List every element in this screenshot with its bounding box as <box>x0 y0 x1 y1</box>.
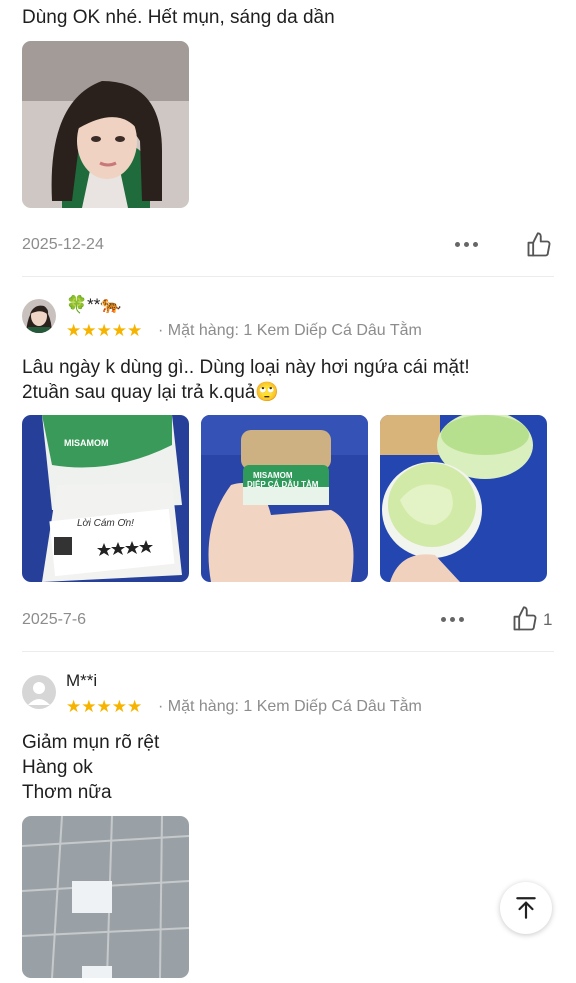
review-3-photo[interactable] <box>22 816 189 978</box>
review-2-stars: ★★★★★ <box>66 321 143 340</box>
avatar[interactable] <box>22 675 56 709</box>
more-horizontal-icon[interactable] <box>441 617 464 622</box>
review-2-photo-2[interactable]: MISAMOM DIẾP CÁ DÂU TẰM <box>201 415 368 582</box>
thumbs-up-icon[interactable] <box>511 605 539 638</box>
review-2-photo-1[interactable]: MISAMOM Lời Cám Ơn! <box>22 415 189 582</box>
review-3-stars: ★★★★★ <box>66 697 143 716</box>
avatar[interactable] <box>22 299 56 333</box>
more-horizontal-icon[interactable] <box>455 242 478 247</box>
card-title: Lời Cám Ơn! <box>77 518 134 529</box>
review-3-username: M**i <box>66 671 98 690</box>
review-3-text: Giảm mụn rõ rệt Hàng ok Thơm nữa <box>22 732 160 803</box>
review-1-date: 2025-12-24 <box>22 236 104 253</box>
brand-label: MISAMOM <box>64 438 109 448</box>
jar-label: DIẾP CÁ DÂU TẰM <box>247 480 319 489</box>
review-3-product: · Mặt hàng: 1 Kem Diếp Cá Dâu Tằm <box>158 698 422 715</box>
review-2-photo-3[interactable] <box>380 415 547 582</box>
review-1-photo[interactable] <box>22 41 189 208</box>
review-2-username: 🍀**🐅 <box>66 295 122 314</box>
review-1-text: Dùng OK nhé. Hết mụn, sáng da dần <box>22 7 335 28</box>
review-2-date: 2025-7-6 <box>22 611 87 628</box>
thumbs-up-icon[interactable] <box>525 231 553 264</box>
review-2-text: Lâu ngày k dùng gì.. Dùng loại này hơi n… <box>22 357 470 403</box>
jar-brand: MISAMOM <box>253 471 293 480</box>
divider <box>22 651 554 652</box>
review-2-product: · Mặt hàng: 1 Kem Diếp Cá Dâu Tằm <box>158 322 422 339</box>
back-to-top-button[interactable] <box>500 882 552 934</box>
arrow-up-to-top-icon <box>516 897 536 919</box>
like-count: 1 <box>543 610 553 629</box>
divider <box>22 276 554 277</box>
